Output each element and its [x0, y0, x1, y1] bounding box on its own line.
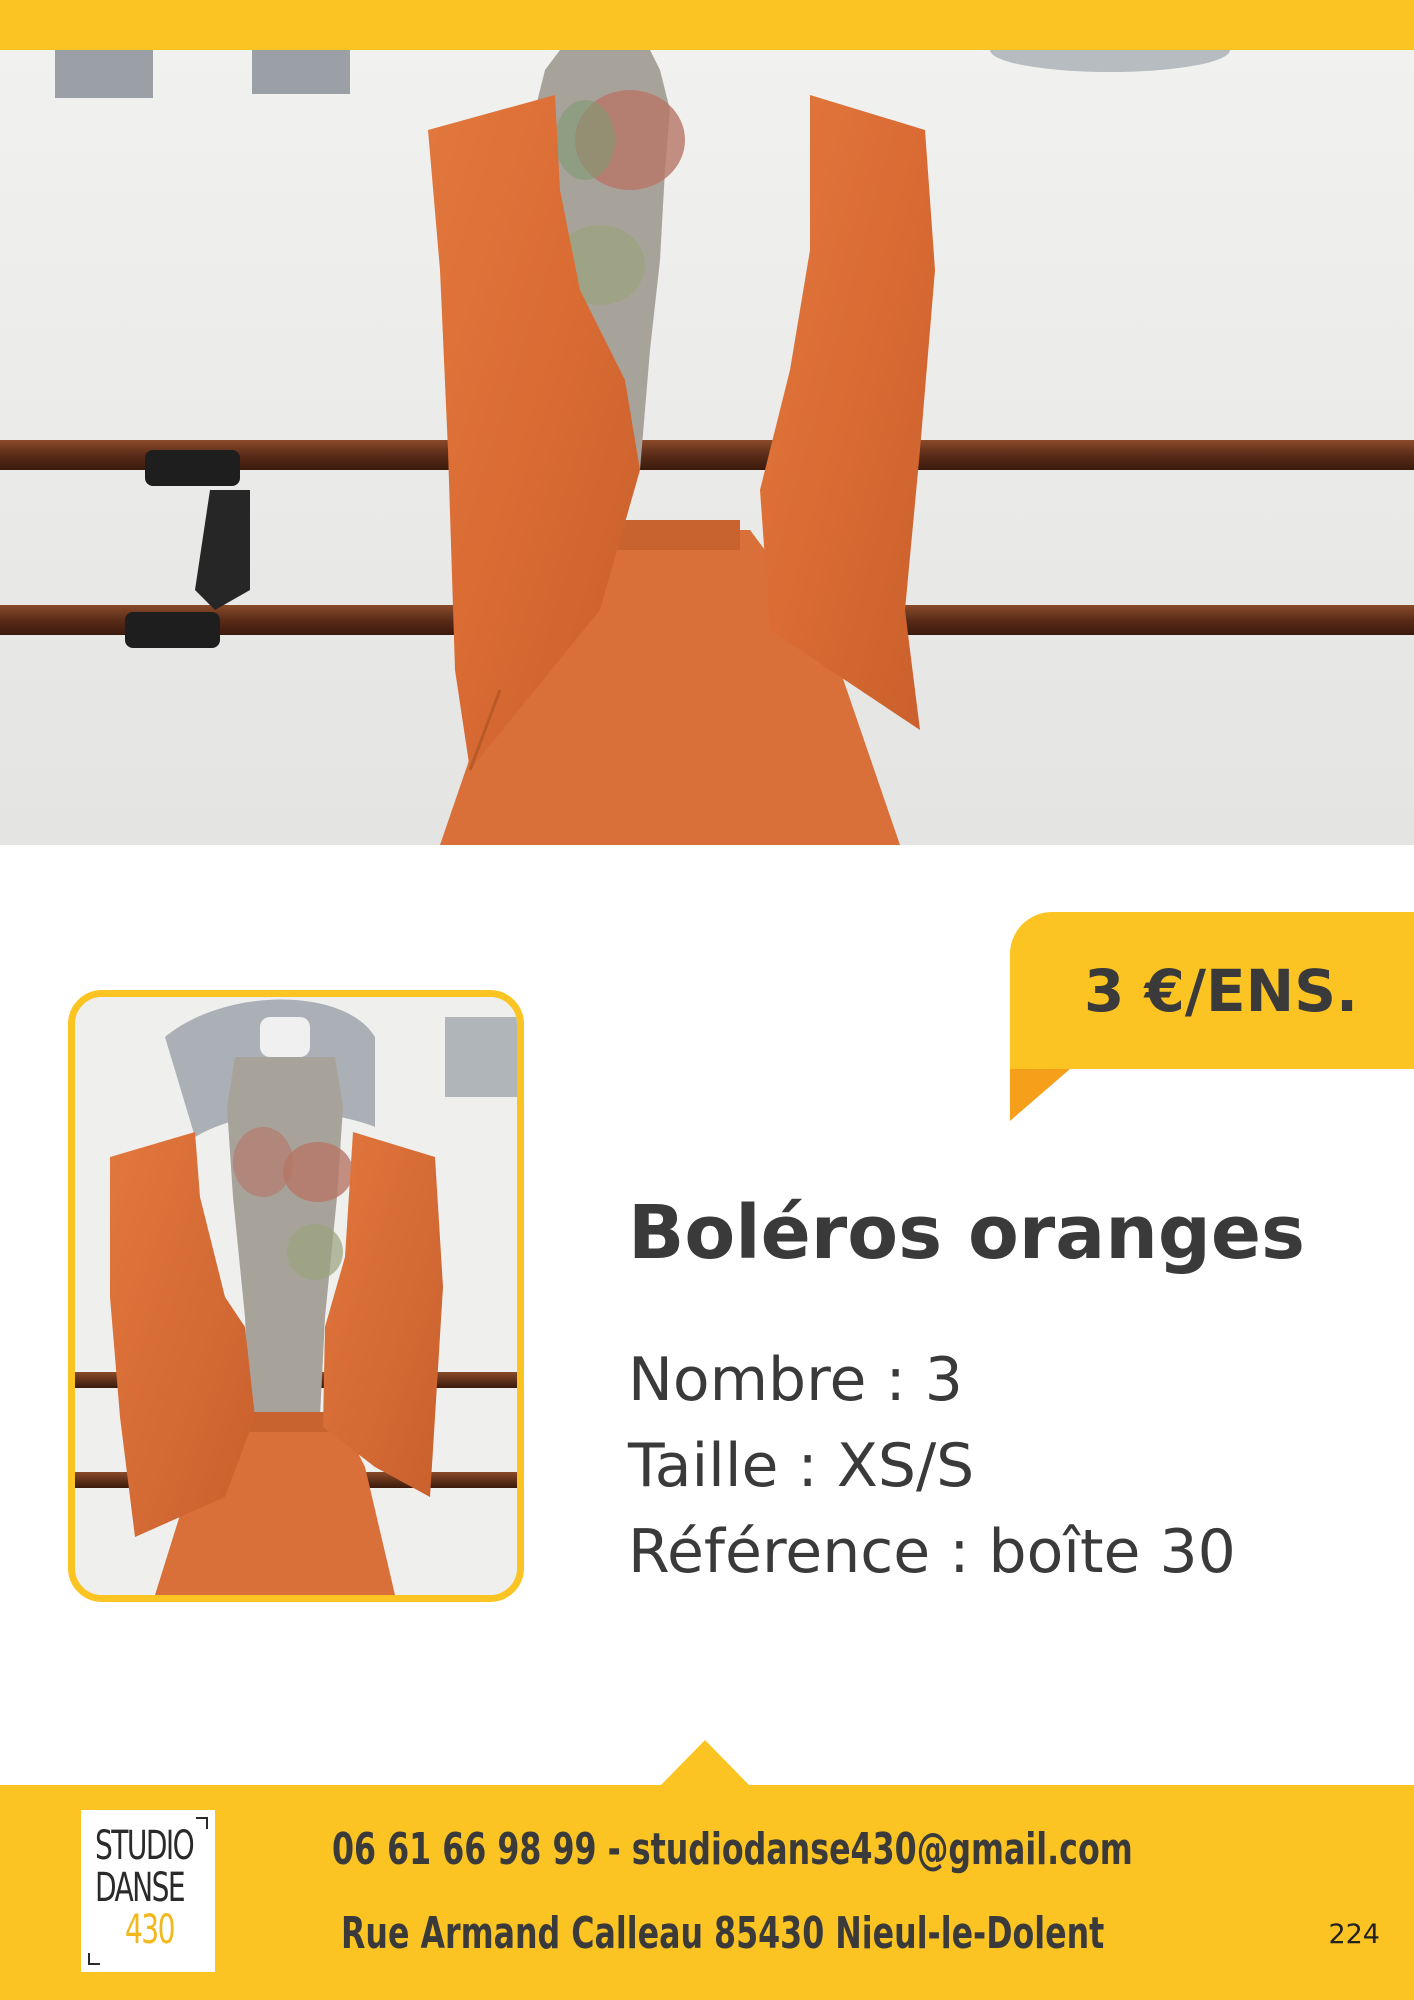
logo-text-number: 430 [125, 1907, 175, 1953]
price-label: 3 €/ENS. [1083, 956, 1358, 1025]
hero-photo-illustration [0, 50, 1414, 845]
hero-photo [0, 50, 1414, 845]
product-thumbnail-illustration [75, 997, 517, 1595]
footer-notch [660, 1740, 750, 1786]
product-thumbnail [68, 990, 524, 1602]
product-title: Boléros oranges [628, 1190, 1306, 1276]
top-band [0, 0, 1414, 50]
product-count: Nombre : 3 [628, 1345, 963, 1415]
logo-text-danse: DANSE [95, 1865, 186, 1911]
product-size: Taille : XS/S [628, 1431, 975, 1501]
logo-corner-mark [196, 1817, 208, 1829]
logo-text-studio: STUDIO [95, 1823, 195, 1869]
studio-logo: STUDIO DANSE 430 [81, 1810, 215, 1972]
page-number: 224 [1328, 1919, 1380, 1950]
contact-address: Rue Armand Calleau 85430 Nieul-le-Dolent [341, 1908, 1105, 1959]
price-tag-fold [1010, 1069, 1070, 1121]
product-reference: Référence : boîte 30 [628, 1517, 1236, 1587]
logo-corner-mark [88, 1953, 100, 1965]
contact-phone-email[interactable]: 06 61 66 98 99 - studiodanse430@gmail.co… [332, 1822, 1133, 1878]
